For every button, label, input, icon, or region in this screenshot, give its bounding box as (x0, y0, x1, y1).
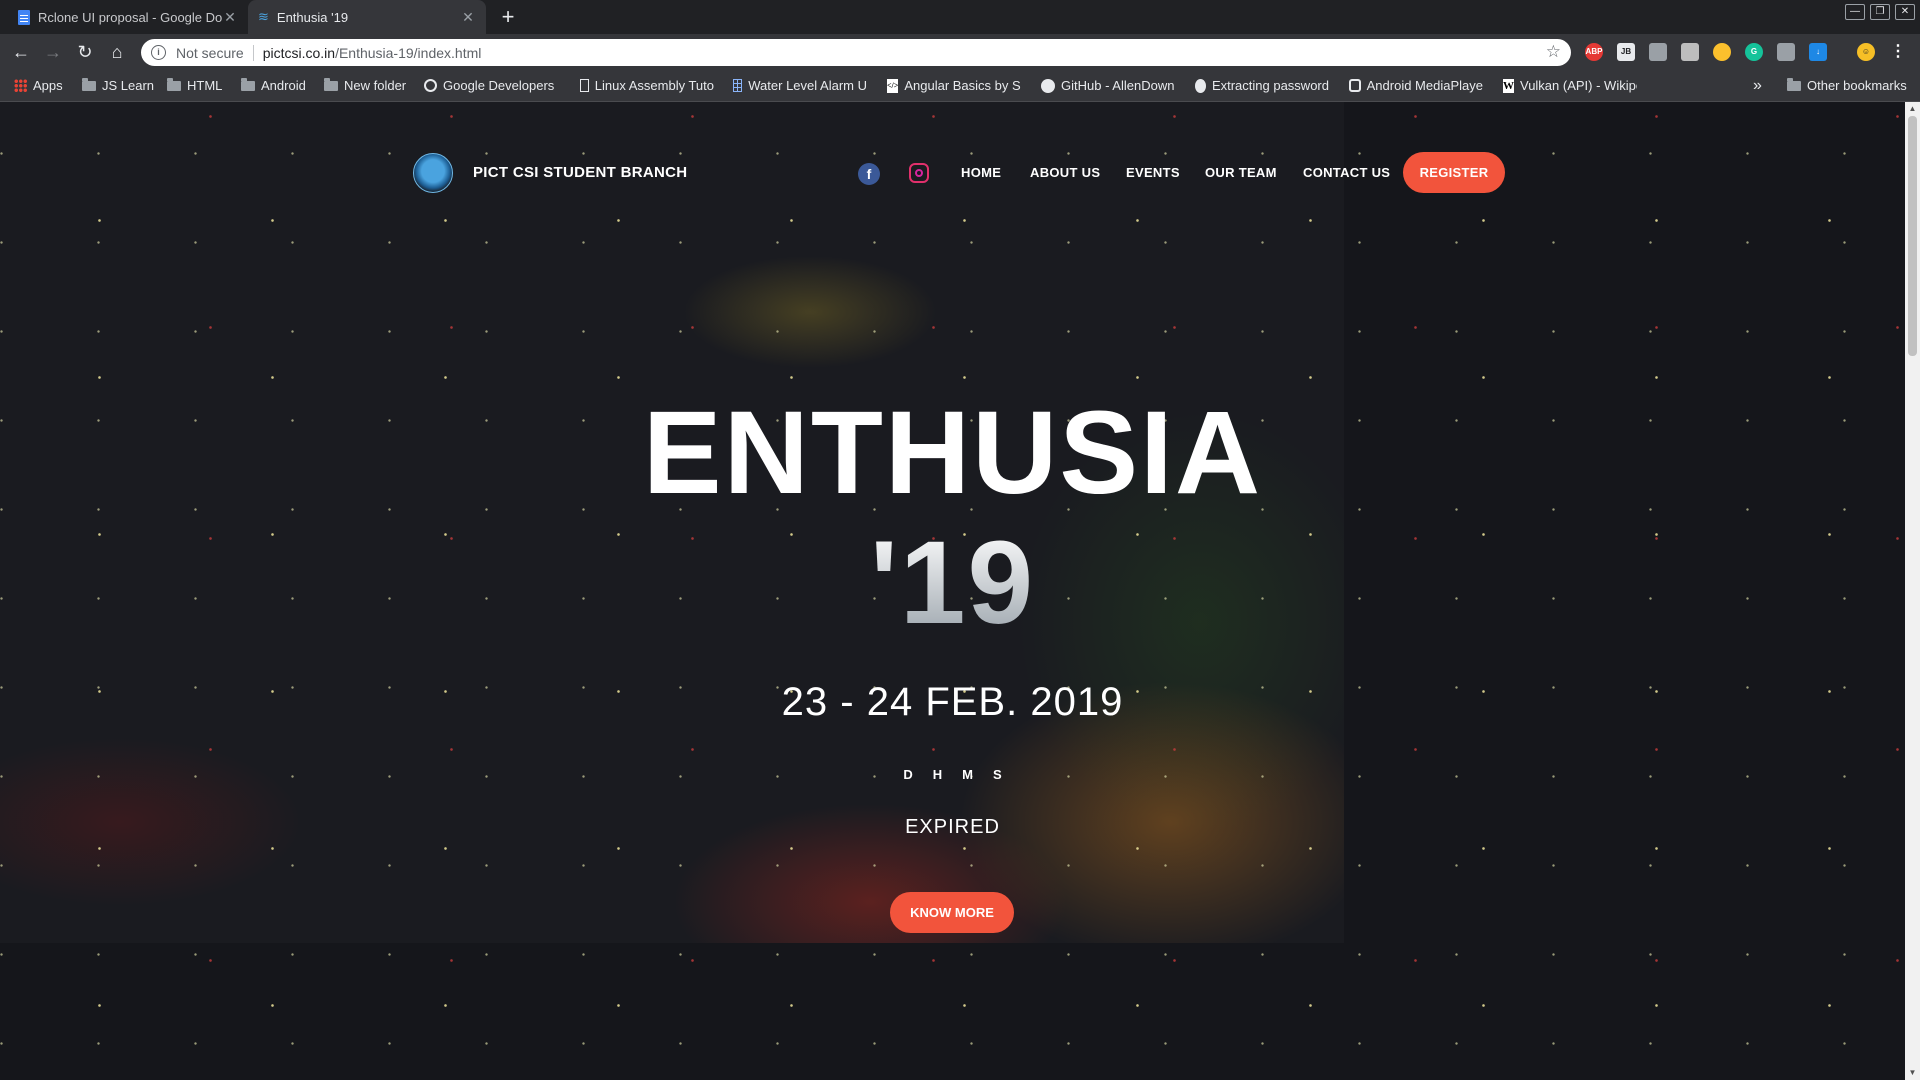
countdown-labels: DHMS (0, 767, 1905, 782)
folder-icon (324, 77, 338, 91)
bookmarks-overflow-button[interactable]: » (1753, 70, 1762, 101)
register-button[interactable]: REGISTER (1403, 152, 1505, 193)
brand-name[interactable]: PICT CSI STUDENT BRANCH (473, 164, 687, 181)
scroll-down-icon[interactable]: ▼ (1905, 1066, 1920, 1080)
close-icon[interactable]: ✕ (460, 9, 476, 26)
nav-events[interactable]: EVENTS (1126, 165, 1180, 180)
info-icon[interactable]: i (151, 45, 166, 60)
scroll-thumb[interactable] (1908, 116, 1917, 356)
extension-icon[interactable] (1681, 43, 1699, 61)
bookmark-github-allendown[interactable]: GitHub - AllenDown (1041, 70, 1175, 101)
grid-icon (733, 79, 743, 92)
bookmark-google-developers[interactable]: Google Developers (424, 70, 558, 101)
folder-icon (1787, 77, 1801, 91)
bookmark-android[interactable]: Android (241, 70, 306, 101)
bookmark-linux-assembly[interactable]: Linux Assembly Tuto (580, 70, 714, 101)
bookmark-html[interactable]: HTML (167, 70, 222, 101)
url-path: /Enthusia-19/index.html (335, 44, 482, 61)
download-icon[interactable]: ↓ (1809, 43, 1827, 61)
nav-our-team[interactable]: OUR TEAM (1205, 165, 1277, 180)
nav-about-us[interactable]: ABOUT US (1030, 165, 1100, 180)
countdown-hours: H (932, 767, 943, 782)
wikipedia-icon: W (1503, 78, 1514, 93)
android-icon (1349, 79, 1361, 92)
restore-button[interactable]: ❐ (1870, 4, 1890, 20)
folder-icon (82, 77, 96, 91)
extension-icon[interactable] (1713, 43, 1731, 61)
close-window-button[interactable]: ✕ (1895, 4, 1915, 20)
security-label: Not secure (176, 44, 244, 61)
bookmark-extracting-password[interactable]: Extracting password (1195, 70, 1329, 101)
tab-strip: Rclone UI proposal - Google Do ✕ ≋ Enthu… (0, 0, 1920, 34)
extension-icon[interactable] (1777, 43, 1795, 61)
avatar[interactable]: ☺ (1857, 43, 1875, 61)
bookmark-water-level[interactable]: Water Level Alarm U (733, 70, 867, 101)
divider (252, 44, 254, 61)
instagram-icon[interactable] (909, 163, 929, 183)
facebook-icon[interactable]: f (858, 163, 880, 185)
grammarly-icon[interactable]: G (1745, 43, 1763, 61)
page-icon: </> (887, 78, 899, 93)
forward-button[interactable]: → (39, 38, 67, 66)
nav-home[interactable]: HOME (961, 165, 1001, 180)
extension-icon[interactable]: JB (1617, 43, 1635, 61)
tab-rclone[interactable]: Rclone UI proposal - Google Do ✕ (8, 0, 248, 34)
apps-icon (14, 79, 27, 92)
bookmark-js-learn[interactable]: JS Learn (82, 70, 154, 101)
bookmark-star-icon[interactable]: ☆ (1546, 42, 1561, 62)
nav-contact-us[interactable]: CONTACT US (1303, 165, 1390, 180)
csi-logo[interactable] (413, 153, 453, 193)
google-icon (424, 79, 437, 92)
page-viewport: PICT CSI STUDENT BRANCH f HOME ABOUT US … (0, 102, 1905, 1080)
reload-button[interactable]: ↻ (71, 38, 99, 66)
adblock-icon[interactable]: ABP (1585, 43, 1603, 61)
tab-title: Rclone UI proposal - Google Do (38, 9, 222, 25)
minimize-button[interactable]: — (1845, 4, 1865, 20)
countdown-minutes: M (962, 767, 973, 782)
bookmark-apps[interactable]: Apps (14, 70, 63, 101)
github-icon (1041, 78, 1055, 93)
bookmarks-bar: Apps JS Learn HTML Android New folder Go… (0, 70, 1920, 102)
countdown-days: D (903, 767, 913, 782)
extension-icon[interactable] (1649, 43, 1667, 61)
close-icon[interactable]: ✕ (222, 9, 238, 26)
countdown-status: EXPIRED (905, 816, 1000, 838)
url-host: pictcsi.co.in (262, 44, 336, 61)
bookmark-vulkan[interactable]: W Vulkan (API) - Wikipe (1503, 70, 1637, 101)
hero-year: '19 (0, 524, 1905, 642)
countdown-seconds: S (992, 767, 1002, 782)
address-bar[interactable]: i Not secure pictcsi.co.in/Enthusia-19/i… (141, 39, 1571, 66)
folder-icon (167, 77, 181, 91)
browser-toolbar: ← → ↻ ⌂ i Not secure pictcsi.co.in/Enthu… (0, 34, 1920, 70)
hero-title: ENTHUSIA (642, 387, 1263, 519)
know-more-button[interactable]: KNOW MORE (890, 892, 1014, 933)
tab-title: Enthusia '19 (276, 9, 349, 25)
bookmark-new-folder[interactable]: New folder (324, 70, 406, 101)
bookmark-android-mediaplayer[interactable]: Android MediaPlaye (1349, 70, 1483, 101)
page-scrollbar[interactable]: ▲ ▼ (1905, 102, 1920, 1080)
bookmark-angular-basics[interactable]: </> Angular Basics by Sc (887, 70, 1021, 101)
bookmark-other[interactable]: Other bookmarks (1787, 70, 1907, 101)
tab-enthusia[interactable]: ≋ Enthusia '19 ✕ (248, 0, 486, 34)
folder-icon (241, 77, 255, 91)
github-icon (1195, 78, 1206, 93)
file-icon (580, 79, 589, 92)
site-favicon: ≋ (258, 9, 269, 24)
new-tab-button[interactable]: + (494, 3, 522, 31)
scroll-up-icon[interactable]: ▲ (1905, 102, 1920, 116)
event-date: 23 - 24 FEB. 2019 (781, 680, 1124, 724)
site-header: PICT CSI STUDENT BRANCH f HOME ABOUT US … (0, 102, 1905, 212)
back-button[interactable]: ← (7, 38, 35, 66)
google-docs-icon (18, 9, 30, 25)
home-button[interactable]: ⌂ (103, 38, 131, 66)
menu-icon[interactable]: ⋮ (1889, 43, 1907, 61)
